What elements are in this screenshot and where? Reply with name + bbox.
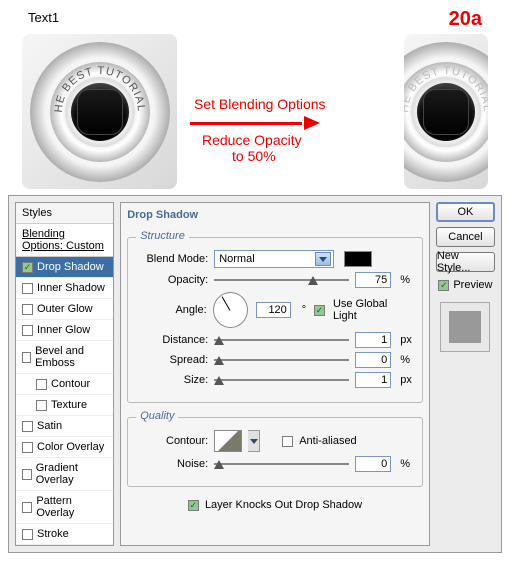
opacity-input[interactable]: 75 (355, 272, 391, 288)
shadow-color-swatch[interactable] (344, 251, 372, 267)
style-checkbox[interactable] (22, 304, 33, 315)
distance-input[interactable]: 1 (355, 332, 391, 348)
style-checkbox[interactable] (22, 442, 33, 453)
contour-picker[interactable] (214, 430, 242, 452)
size-label: Size: (138, 374, 208, 386)
antialiased-checkbox[interactable] (282, 436, 293, 447)
panel-title: Drop Shadow (127, 209, 423, 221)
antialiased-label: Anti-aliased (299, 435, 356, 447)
preview-checkbox[interactable] (438, 280, 449, 291)
opacity-label: Opacity: (138, 274, 208, 286)
knockout-label: Layer Knocks Out Drop Shadow (205, 499, 362, 511)
style-checkbox[interactable] (22, 262, 33, 273)
style-checkbox[interactable] (36, 379, 47, 390)
sidebar-item-texture[interactable]: Texture (16, 395, 113, 416)
noise-label: Noise: (138, 458, 208, 470)
sidebar-item-color-overlay[interactable]: Color Overlay (16, 437, 113, 458)
styles-sidebar: Styles Blending Options: Custom Drop Sha… (15, 202, 114, 546)
text-layer-label: Text1 (28, 10, 59, 25)
sidebar-item-inner-glow[interactable]: Inner Glow (16, 320, 113, 341)
distance-slider[interactable] (214, 333, 349, 347)
opacity-slider[interactable] (214, 273, 349, 287)
spread-slider[interactable] (214, 353, 349, 367)
sidebar-item-label: Gradient Overlay (36, 462, 107, 486)
sidebar-item-contour[interactable]: Contour (16, 374, 113, 395)
style-checkbox[interactable] (22, 502, 32, 513)
sidebar-item-pattern-overlay[interactable]: Pattern Overlay (16, 491, 113, 524)
sidebar-item-outer-glow[interactable]: Outer Glow (16, 299, 113, 320)
cancel-button[interactable]: Cancel (436, 227, 495, 247)
blend-mode-select[interactable]: Normal (214, 250, 334, 268)
contour-label: Contour: (138, 435, 208, 447)
sidebar-item-label: Drop Shadow (37, 261, 104, 273)
global-light-checkbox[interactable] (314, 305, 325, 316)
sidebar-item-label: Outer Glow (37, 303, 93, 315)
style-checkbox[interactable] (22, 325, 33, 336)
sidebar-item-bevel-and-emboss[interactable]: Bevel and Emboss (16, 341, 113, 374)
sidebar-item-drop-shadow[interactable]: Drop Shadow (16, 257, 113, 278)
sidebar-item-label: Inner Glow (37, 324, 90, 336)
blending-options-link[interactable]: Blending Options: Custom (16, 224, 113, 257)
blend-mode-label: Blend Mode: (138, 253, 208, 265)
annotation-3: to 50% (232, 148, 276, 164)
sidebar-item-stroke[interactable]: Stroke (16, 524, 113, 545)
settings-panel: Drop Shadow Structure Blend Mode: Normal… (120, 202, 430, 546)
knockout-checkbox[interactable] (188, 500, 199, 511)
style-checkbox[interactable] (22, 352, 31, 363)
sidebar-item-label: Color Overlay (37, 441, 104, 453)
lens-before: THE BEST TUTORIALS (22, 34, 177, 189)
preview-swatch (440, 302, 490, 352)
sidebar-item-label: Bevel and Emboss (35, 345, 107, 369)
dialog-buttons: OK Cancel New Style... Preview (436, 202, 495, 546)
distance-label: Distance: (138, 334, 208, 346)
sidebar-item-label: Texture (51, 399, 87, 411)
ok-button[interactable]: OK (436, 202, 495, 222)
new-style-button[interactable]: New Style... (436, 252, 495, 272)
chevron-down-icon[interactable] (315, 252, 331, 266)
sidebar-item-label: Pattern Overlay (36, 495, 107, 519)
sidebar-item-label: Inner Shadow (37, 282, 105, 294)
sidebar-item-label: Stroke (37, 528, 69, 540)
angle-label: Angle: (138, 304, 206, 316)
noise-input[interactable]: 0 (355, 456, 391, 472)
spread-label: Spread: (138, 354, 208, 366)
annotation-1: Set Blending Options (194, 96, 326, 112)
arrow-icon (190, 116, 320, 130)
tutorial-header: Text1 20a THE BEST TUTORIALS Set Blendin… (8, 8, 502, 187)
structure-group: Structure Blend Mode: Normal Opacity: 75… (127, 237, 423, 403)
style-checkbox[interactable] (22, 529, 33, 540)
style-checkbox[interactable] (36, 400, 47, 411)
chevron-down-icon[interactable] (248, 430, 260, 452)
lens-after: THE BEST TUTORIALS (404, 34, 488, 189)
layer-style-dialog: Styles Blending Options: Custom Drop Sha… (8, 195, 502, 553)
angle-dial[interactable] (213, 292, 248, 328)
style-checkbox[interactable] (22, 469, 32, 480)
noise-slider[interactable] (214, 457, 349, 471)
angle-input[interactable]: 120 (256, 302, 291, 318)
sidebar-item-gradient-overlay[interactable]: Gradient Overlay (16, 458, 113, 491)
sidebar-item-inner-shadow[interactable]: Inner Shadow (16, 278, 113, 299)
sidebar-item-label: Satin (37, 420, 62, 432)
style-checkbox[interactable] (22, 283, 33, 294)
spread-input[interactable]: 0 (355, 352, 391, 368)
style-checkbox[interactable] (22, 421, 33, 432)
sidebar-item-satin[interactable]: Satin (16, 416, 113, 437)
size-input[interactable]: 1 (355, 372, 391, 388)
annotation-2: Reduce Opacity (202, 132, 302, 148)
quality-group: Quality Contour: Anti-aliased Noise: 0 % (127, 417, 423, 487)
preview-label: Preview (453, 279, 492, 291)
global-light-label: Use Global Light (333, 298, 412, 322)
sidebar-item-label: Contour (51, 378, 90, 390)
sidebar-header[interactable]: Styles (16, 203, 113, 224)
size-slider[interactable] (214, 373, 349, 387)
step-number: 20a (449, 8, 482, 31)
